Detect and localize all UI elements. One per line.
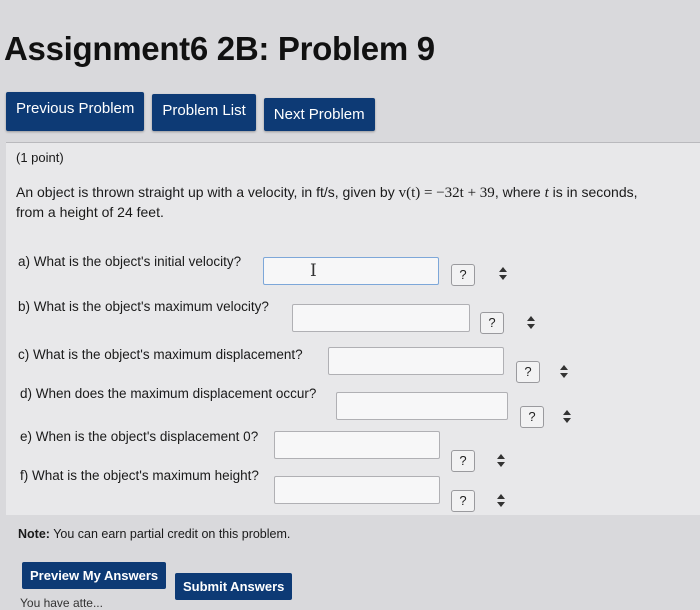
- help-c-button[interactable]: ?: [516, 361, 540, 383]
- note-label: Note:: [18, 527, 50, 541]
- answer-f-input[interactable]: [274, 476, 440, 504]
- question-b-label: b) What is the object's maximum velocity…: [18, 299, 269, 314]
- spinner-c-icon[interactable]: [560, 365, 570, 379]
- problem-statement: An object is thrown straight up with a v…: [16, 183, 656, 222]
- question-c-label: c) What is the object's maximum displace…: [18, 347, 303, 362]
- help-a-button[interactable]: ?: [451, 264, 475, 286]
- problem-points: (1 point): [16, 150, 64, 165]
- spinner-a-icon[interactable]: [499, 267, 509, 281]
- help-b-button[interactable]: ?: [480, 312, 504, 334]
- spinner-d-icon[interactable]: [563, 410, 573, 424]
- problem-list-button[interactable]: Problem List: [152, 94, 256, 131]
- note-text: You can earn partial credit on this prob…: [49, 527, 291, 541]
- answer-e-input[interactable]: [274, 431, 440, 459]
- question-a-label: a) What is the object's initial velocity…: [18, 254, 242, 269]
- answer-a-input[interactable]: I: [263, 257, 439, 285]
- answer-d-input[interactable]: [336, 392, 508, 420]
- previous-problem-button[interactable]: Previous Problem: [6, 92, 145, 131]
- velocity-formula: v(t) = −32t + 39: [398, 185, 495, 201]
- question-d-label: d) When does the maximum displacement oc…: [20, 386, 317, 401]
- text-cursor-icon: I: [310, 261, 317, 281]
- statement-text: An object is thrown straight up with a v…: [16, 184, 399, 200]
- page-title: Assignment6 2B: Problem 9: [4, 30, 435, 67]
- answer-c-input[interactable]: [328, 347, 504, 375]
- spinner-f-icon[interactable]: [497, 494, 507, 508]
- question-f-label: f) What is the object's maximum height?: [20, 468, 259, 483]
- answer-b-input[interactable]: [292, 304, 470, 332]
- next-problem-button[interactable]: Next Problem: [263, 98, 375, 131]
- help-d-button[interactable]: ?: [520, 406, 544, 428]
- partial-credit-note: Note: You can earn partial credit on thi…: [18, 527, 290, 541]
- preview-answers-button[interactable]: Preview My Answers: [22, 562, 167, 589]
- submit-answers-button[interactable]: Submit Answers: [175, 573, 293, 600]
- statement-text: , where: [494, 184, 545, 200]
- question-e-label: e) When is the object's displacement 0?: [20, 429, 259, 444]
- spinner-e-icon[interactable]: [497, 454, 507, 468]
- spinner-b-icon[interactable]: [527, 316, 537, 330]
- help-e-button[interactable]: ?: [451, 450, 475, 472]
- help-f-button[interactable]: ?: [451, 490, 475, 512]
- problem-nav: Previous Problem Problem List Next Probl…: [6, 92, 375, 131]
